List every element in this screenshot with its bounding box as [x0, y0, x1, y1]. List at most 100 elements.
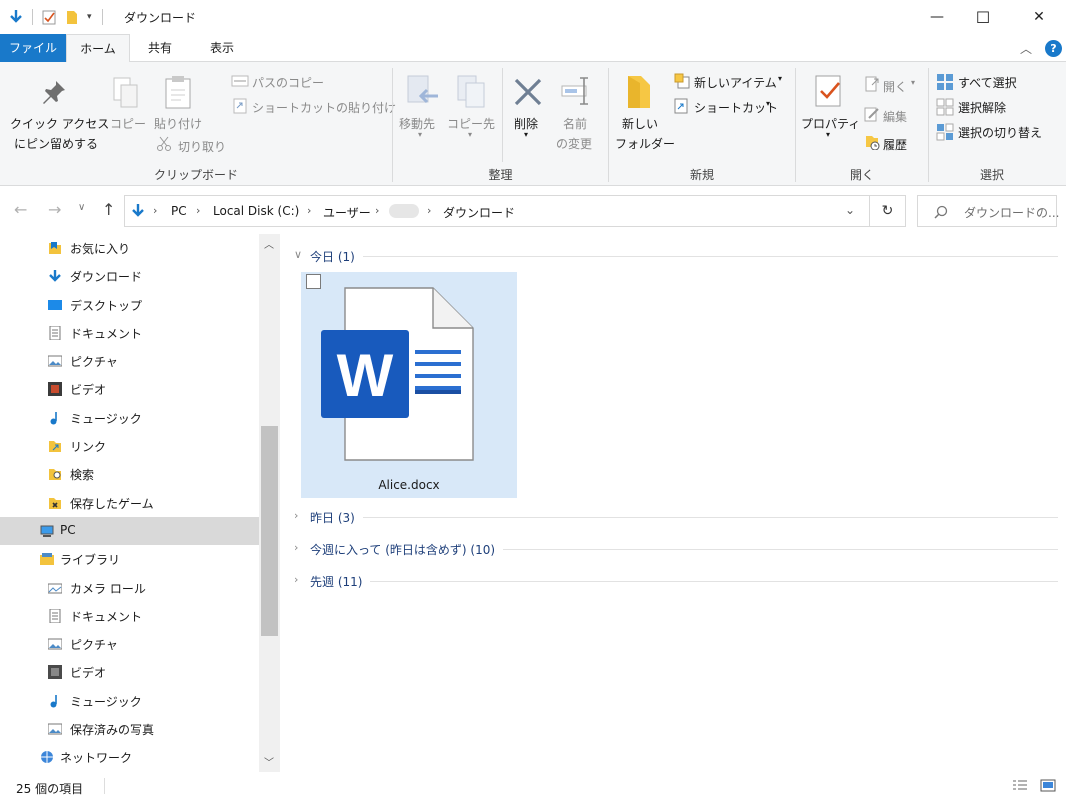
pin-quick-access-label-1[interactable]: クイック アクセス [10, 115, 109, 132]
properties-checkmark-icon[interactable] [41, 9, 57, 25]
history-button[interactable]: 履歴 [883, 136, 907, 153]
rename-label-1[interactable]: 名前 [563, 115, 587, 132]
nav-scroll-thumb[interactable] [261, 426, 278, 636]
nav-item-favorites[interactable]: お気に入り [0, 234, 259, 262]
nav-item-videos-library[interactable]: ビデオ [0, 658, 259, 686]
group-divider [310, 517, 1058, 518]
breadcrumb-downloads[interactable]: ダウンロード [443, 204, 515, 221]
group-expand-chevron-icon[interactable]: › [294, 509, 298, 522]
breadcrumb-users[interactable]: ユーザー [323, 204, 371, 221]
group-header-yesterday[interactable]: › 昨日 (3) [292, 507, 1058, 527]
tab-share[interactable]: 共有 [134, 34, 186, 62]
breadcrumb-local-disk[interactable]: Local Disk (C:) [213, 204, 299, 218]
music-icon [50, 412, 57, 425]
cut-button[interactable]: 切り取り [178, 138, 226, 155]
customize-qa-chevron-icon[interactable]: ▾ [87, 12, 92, 22]
group-collapse-chevron-icon[interactable]: ∨ [294, 248, 302, 261]
nav-scrollbar[interactable]: ︿ ﹀ [259, 234, 280, 772]
breadcrumb-separator-icon[interactable]: › [153, 204, 157, 217]
nav-label: デスクトップ [70, 299, 143, 313]
copy-to-dropdown-icon[interactable]: ▾ [468, 130, 472, 139]
nav-item-music[interactable]: ミュージック [0, 404, 259, 432]
minimize-button[interactable]: — [914, 0, 960, 34]
scroll-down-icon[interactable]: ﹀ [264, 754, 274, 769]
tab-file[interactable]: ファイル [0, 34, 66, 62]
search-box[interactable]: ダウンロードの... [917, 195, 1059, 227]
copy-path-button[interactable]: パスのコピー [252, 74, 324, 91]
nav-item-searches[interactable]: 検索 [0, 460, 259, 488]
new-folder-label-1[interactable]: 新しい [622, 115, 658, 132]
recent-locations-chevron-icon[interactable]: ∨ [78, 202, 85, 213]
nav-item-documents[interactable]: ドキュメント [0, 319, 259, 347]
up-arrow-icon[interactable]: ↑ [102, 200, 115, 219]
new-item-dropdown-icon[interactable]: ▾ [778, 74, 782, 83]
redacted-username[interactable] [389, 204, 419, 218]
delete-dropdown-icon[interactable]: ▾ [524, 130, 528, 139]
nav-item-downloads[interactable]: ダウンロード [0, 262, 259, 290]
new-folder-label-2[interactable]: フォルダー [615, 135, 675, 152]
tab-view[interactable]: 表示 [194, 34, 250, 62]
pictures-library-icon [48, 638, 62, 650]
address-dropdown-chevron-icon[interactable]: ⌄ [845, 203, 855, 217]
nav-item-links[interactable]: リンク [0, 432, 259, 460]
nav-item-pictures[interactable]: ピクチャ [0, 347, 259, 375]
nav-item-saved-games[interactable]: 保存したゲーム [0, 489, 259, 517]
nav-item-network[interactable]: ネットワーク [0, 743, 259, 771]
address-bar[interactable]: › PC › Local Disk (C:) › ユーザー › › ダウンロード… [124, 195, 870, 227]
group-header-this-week[interactable]: › 今週に入って (昨日は含めず) (10) [292, 539, 1058, 559]
edit-button[interactable]: 編集 [883, 108, 907, 125]
breadcrumb-separator-icon[interactable]: › [307, 204, 311, 217]
copy-button[interactable]: コピー [110, 115, 146, 132]
nav-item-music-library[interactable]: ミュージック [0, 687, 259, 715]
paste-button[interactable]: 貼り付け [154, 115, 202, 132]
download-arrow-icon[interactable] [8, 9, 24, 25]
word-letter: W [337, 342, 394, 409]
open-dropdown-icon[interactable]: ▾ [911, 78, 915, 87]
properties-icon [815, 75, 841, 107]
download-location-icon [132, 204, 144, 217]
select-all-button[interactable]: すべて選択 [958, 74, 1017, 91]
file-item-alice-docx[interactable]: W Alice.docx [301, 272, 517, 498]
properties-dropdown-icon[interactable]: ▾ [826, 130, 830, 139]
pin-quick-access-label-2[interactable]: にピン留めする [14, 135, 98, 152]
rename-label-2[interactable]: の変更 [556, 135, 592, 152]
shortcut-dropdown-icon[interactable]: ▾ [766, 99, 770, 108]
new-folder-icon[interactable] [65, 9, 79, 25]
details-view-icon[interactable] [1012, 779, 1028, 793]
scroll-up-icon[interactable]: ︿ [264, 236, 274, 251]
group-expand-chevron-icon[interactable]: › [294, 573, 298, 586]
nav-item-camera-roll[interactable]: カメラ ロール [0, 574, 259, 602]
nav-item-pc[interactable]: PC [0, 517, 259, 545]
nav-item-library[interactable]: ライブラリ [0, 545, 259, 573]
breadcrumb-separator-icon[interactable]: › [375, 204, 379, 217]
breadcrumb-pc[interactable]: PC [171, 204, 187, 218]
refresh-icon[interactable]: ↻ [870, 195, 906, 227]
invert-selection-button[interactable]: 選択の切り替え [958, 124, 1042, 141]
move-to-dropdown-icon[interactable]: ▾ [418, 130, 422, 139]
maximize-button[interactable]: ☐ [960, 0, 1006, 34]
breadcrumb-separator-icon[interactable]: › [196, 204, 200, 217]
nav-item-videos[interactable]: ビデオ [0, 375, 259, 403]
large-icons-view-icon[interactable] [1040, 778, 1056, 794]
paste-shortcut-button[interactable]: ショートカットの貼り付け [252, 99, 396, 116]
collapse-ribbon-chevron-icon[interactable]: ︿ [1020, 40, 1032, 57]
nav-item-saved-pictures[interactable]: 保存済みの写真 [0, 715, 259, 743]
new-item-button[interactable]: 新しいアイテム [694, 74, 777, 91]
back-arrow-icon[interactable]: ← [14, 200, 27, 219]
nav-label: ビデオ [70, 383, 107, 397]
nav-item-desktop[interactable]: デスクトップ [0, 291, 259, 319]
move-to-button[interactable]: 移動先 [399, 115, 435, 132]
help-icon[interactable]: ? [1045, 40, 1062, 57]
close-button[interactable]: ✕ [1016, 0, 1062, 34]
group-header-last-week[interactable]: › 先週 (11) [292, 571, 1058, 591]
properties-button[interactable]: プロパティ [801, 115, 860, 132]
nav-item-documents-library[interactable]: ドキュメント [0, 602, 259, 630]
group-expand-chevron-icon[interactable]: › [294, 541, 298, 554]
select-none-button[interactable]: 選択解除 [958, 99, 1006, 116]
open-button[interactable]: 開く [883, 78, 907, 95]
nav-item-pictures-library[interactable]: ピクチャ [0, 630, 259, 658]
breadcrumb-separator-icon[interactable]: › [427, 204, 431, 217]
forward-arrow-icon[interactable]: → [48, 200, 61, 219]
group-header-today[interactable]: ∨ 今日 (1) [292, 246, 1058, 266]
tab-home[interactable]: ホーム [66, 34, 130, 63]
